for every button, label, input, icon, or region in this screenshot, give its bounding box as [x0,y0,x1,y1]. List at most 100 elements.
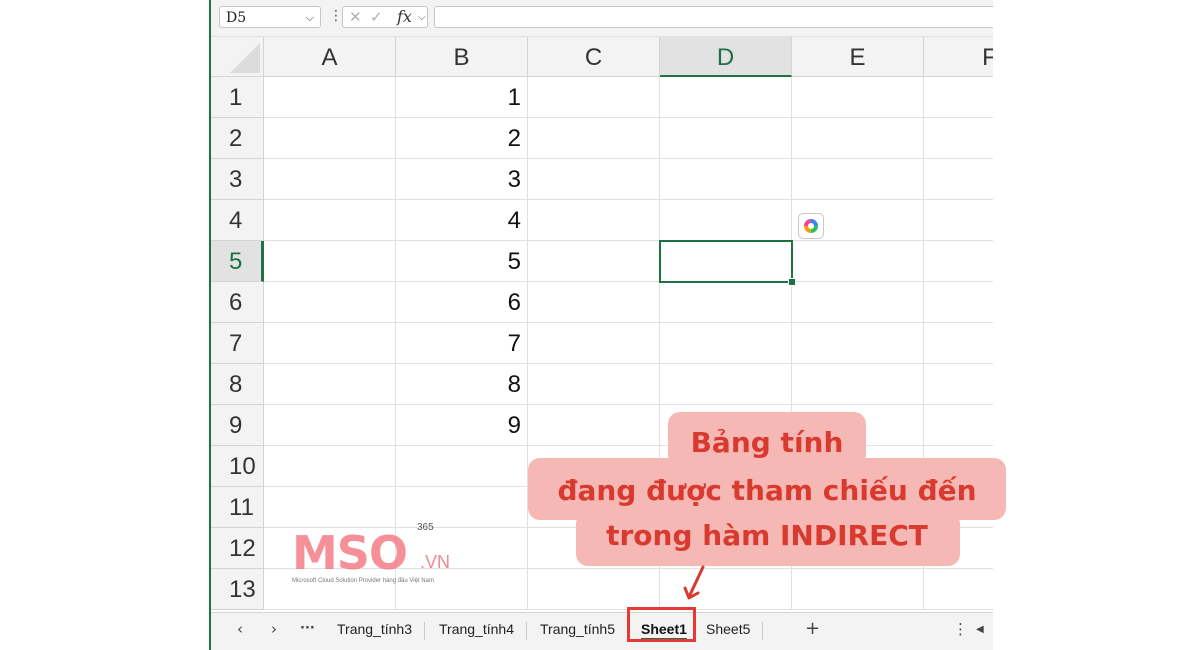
cell-b4[interactable]: 4 [396,200,528,241]
row-header-5[interactable]: 5 [211,241,264,282]
column-header-a[interactable]: A [264,37,396,77]
tab-divider [424,622,425,640]
tab-sheet5[interactable]: Sheet5 [706,621,750,643]
cell-a3[interactable] [264,159,396,200]
cell-e7[interactable] [792,323,924,364]
close-icon[interactable]: ✕ [349,8,362,26]
cell-f7[interactable] [924,323,993,364]
cell-a6[interactable] [264,282,396,323]
cell-f13[interactable] [924,569,993,610]
cell-d3[interactable] [660,159,792,200]
chevron-right-icon[interactable]: › [271,620,277,638]
row-header-8[interactable]: 8 [211,364,264,405]
column-header-b[interactable]: B [396,37,528,77]
callout-line-3: trong hàm INDIRECT [606,519,928,552]
cell-a8[interactable] [264,364,396,405]
column-header-d[interactable]: D [660,37,792,77]
cell-b7[interactable]: 7 [396,323,528,364]
tab-trang-tinh5[interactable]: Trang_tính5 [540,621,615,643]
cell-e2[interactable] [792,118,924,159]
row-header-1[interactable]: 1 [211,77,264,118]
row-header-4[interactable]: 4 [211,200,264,241]
cell-c1[interactable] [528,77,660,118]
column-header-c[interactable]: C [528,37,660,77]
cell-a7[interactable] [264,323,396,364]
formula-input[interactable] [434,6,993,28]
cell-c6[interactable] [528,282,660,323]
more-options-icon[interactable]: ⋮ [953,620,968,638]
add-sheet-button[interactable]: + [805,618,820,639]
cell-b3[interactable]: 3 [396,159,528,200]
cell-e6[interactable] [792,282,924,323]
cell-a5[interactable] [264,241,396,282]
cell-c13[interactable] [528,569,660,610]
more-options-icon[interactable]: ⋮ [329,8,343,24]
cell-f6[interactable] [924,282,993,323]
cell-d7[interactable] [660,323,792,364]
row-header-13[interactable]: 13 [211,569,264,610]
cell-b9[interactable]: 9 [396,405,528,446]
cell-e8[interactable] [792,364,924,405]
tab-trang-tinh4[interactable]: Trang_tính4 [439,621,514,643]
scroll-left-icon[interactable]: ◀ [976,624,984,635]
chevron-down-icon[interactable]: ⌵ [418,12,426,23]
cell-a2[interactable] [264,118,396,159]
column-header-e[interactable]: E [792,37,924,77]
cell-e3[interactable] [792,159,924,200]
tab-trang-tinh3[interactable]: Trang_tính3 [337,621,412,643]
cell-d8[interactable] [660,364,792,405]
copilot-icon[interactable] [798,213,824,239]
cell-f1[interactable] [924,77,993,118]
logo-tagline: Microsoft Cloud Solution Provider hàng đ… [292,578,434,584]
cell-d4[interactable] [660,200,792,241]
selected-cell-border [659,240,793,283]
cell-e1[interactable] [792,77,924,118]
cell-d2[interactable] [660,118,792,159]
row-header-7[interactable]: 7 [211,323,264,364]
row-header-9[interactable]: 9 [211,405,264,446]
cell-b2[interactable]: 2 [396,118,528,159]
cell-a4[interactable] [264,200,396,241]
cell-c2[interactable] [528,118,660,159]
cell-d6[interactable] [660,282,792,323]
cell-e5[interactable] [792,241,924,282]
cell-e13[interactable] [792,569,924,610]
cell-c8[interactable] [528,364,660,405]
insert-function-button[interactable]: fx [397,7,412,26]
cell-c5[interactable] [528,241,660,282]
cell-b1[interactable]: 1 [396,77,528,118]
cell-f8[interactable] [924,364,993,405]
more-sheets-button[interactable]: ··· [300,621,315,636]
cell-f5[interactable] [924,241,993,282]
row-header-10[interactable]: 10 [211,446,264,487]
cell-f4[interactable] [924,200,993,241]
row-header-12[interactable]: 12 [211,528,264,569]
select-all-button[interactable] [211,37,264,77]
column-header-f[interactable]: F [924,37,993,77]
cell-c3[interactable] [528,159,660,200]
annotation-callout: Bảng tính đang được tham chiếu đến trong… [528,412,1006,568]
check-icon[interactable]: ✓ [370,8,383,26]
logo-superscript: 365 [417,522,434,533]
cell-b10[interactable] [396,446,528,487]
cell-c4[interactable] [528,200,660,241]
name-box[interactable]: D5 ⌵ [219,6,321,28]
cell-b5[interactable]: 5 [396,241,528,282]
cell-a10[interactable] [264,446,396,487]
fill-handle[interactable] [788,278,796,286]
cell-b8[interactable]: 8 [396,364,528,405]
row-header-6[interactable]: 6 [211,282,264,323]
cell-c7[interactable] [528,323,660,364]
chevron-left-icon[interactable]: ‹ [237,620,243,638]
row-header-11[interactable]: 11 [211,487,264,528]
row-header-3[interactable]: 3 [211,159,264,200]
cell-a1[interactable] [264,77,396,118]
cell-d13[interactable] [660,569,792,610]
cell-d1[interactable] [660,77,792,118]
cell-f3[interactable] [924,159,993,200]
chevron-down-icon[interactable]: ⌵ [306,7,314,29]
cell-b6[interactable]: 6 [396,282,528,323]
cell-f2[interactable] [924,118,993,159]
cell-a9[interactable] [264,405,396,446]
row-header-2[interactable]: 2 [211,118,264,159]
